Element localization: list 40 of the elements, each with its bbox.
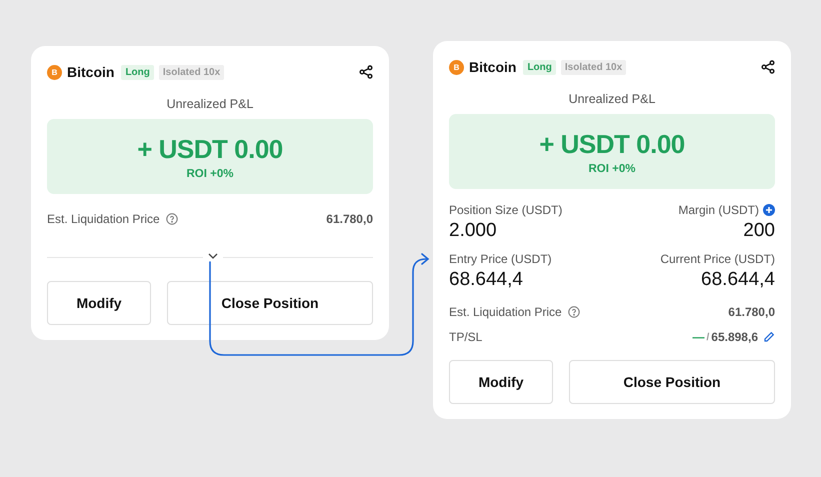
help-icon[interactable] [166,213,178,225]
stat-value: 68.644,4 [449,269,524,291]
take-profit-value: — [692,330,704,344]
direction-tag: Long [523,60,556,74]
stat-label: Margin (USDT) [678,203,759,217]
margin-mode-tag: Isolated 10x [560,60,626,74]
edit-icon[interactable] [763,331,775,343]
liquidation-value: 61.780,0 [326,212,373,226]
direction-tag: Long [121,64,154,80]
stat-value: 200 [743,220,775,242]
liquidation-label: Est. Liquidation Price [47,212,160,226]
liquidation-label: Est. Liquidation Price [449,305,562,319]
coin-name: Bitcoin [67,64,114,80]
stop-loss-value: 65.898,6 [711,330,758,344]
stat-label: Current Price (USDT) [660,252,775,266]
liquidation-value: 61.780,0 [728,305,775,319]
close-position-button[interactable]: Close Position [569,360,775,404]
stat-label: Position Size (USDT) [449,203,562,217]
roi-value: ROI +0% [186,168,234,180]
close-position-button[interactable]: Close Position [167,281,373,325]
tpsl-label: TP/SL [449,330,482,344]
roi-value: ROI +0% [588,162,636,174]
add-icon[interactable] [763,204,775,216]
stat-value: 2.000 [449,220,498,242]
bitcoin-icon: B [449,60,464,74]
share-icon[interactable] [359,65,373,79]
pnl-label: Unrealized P&L [568,92,656,106]
stat-label: Entry Price (USDT) [449,252,552,266]
bitcoin-icon: B [47,64,62,80]
coin-name: Bitcoin [469,59,516,75]
separator: / [706,332,710,342]
pnl-value: + USDT 0.00 [539,128,685,160]
pnl-value: + USDT 0.00 [137,134,283,164]
share-icon[interactable] [761,60,775,74]
margin-mode-tag: Isolated 10x [158,64,224,80]
stat-value: 68.644,4 [701,269,775,291]
pnl-label: Unrealized P&L [166,97,254,111]
modify-button[interactable]: Modify [47,281,151,325]
modify-button[interactable]: Modify [449,360,553,404]
help-icon[interactable] [568,306,580,318]
